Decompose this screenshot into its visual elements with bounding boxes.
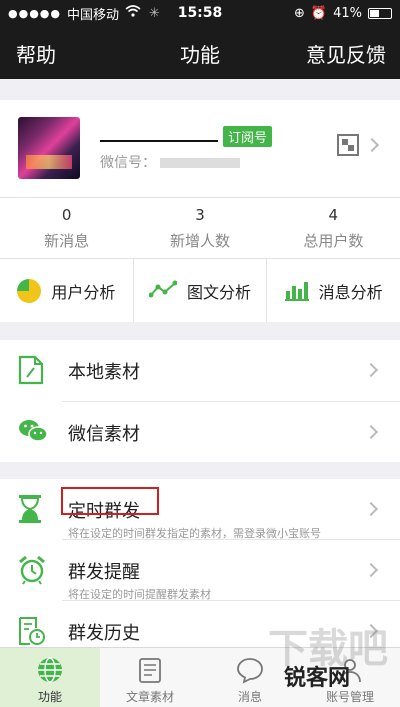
user-analysis-button[interactable]: 用户分析 — [0, 259, 134, 322]
account-card[interactable]: 订阅号 微信号： — [0, 100, 400, 198]
alarm-clock-icon — [18, 555, 46, 585]
tab-article-materials[interactable]: 文章素材 — [100, 648, 200, 707]
qr-code-icon[interactable] — [337, 134, 359, 156]
activity-spinner-icon: ✳ — [149, 5, 160, 21]
analysis-label: 消息分析 — [318, 282, 383, 302]
status-bar: ●●●●● 中国移动 ✳ 15:58 ⊕ ⏰ 41% — [0, 0, 400, 26]
list-item-broadcast-reminder[interactable]: 群发提醒 将在设定的时间提醒群发素材 — [0, 540, 400, 601]
chevron-right-icon — [364, 137, 380, 153]
hourglass-icon — [18, 494, 46, 524]
wifi-icon — [125, 5, 141, 21]
tab-label: 消息 — [237, 690, 262, 704]
line-chart-icon — [148, 279, 178, 303]
stat-new-followers[interactable]: 3 新增人数 — [133, 198, 266, 258]
account-type-badge: 订阅号 — [223, 126, 273, 147]
article-analysis-button[interactable]: 图文分析 — [134, 259, 268, 322]
chat-bubble-icon — [236, 656, 264, 684]
bar-chart-icon — [284, 281, 309, 301]
tab-label: 功能 — [37, 690, 62, 704]
tab-account-management[interactable]: 账号管理 — [300, 648, 400, 707]
list-item-label: 群发提醒 — [68, 562, 140, 583]
list-item-label: 群发历史 — [68, 623, 140, 644]
wechat-icon — [18, 417, 48, 447]
list-item-local-materials[interactable]: 本地素材 — [0, 340, 400, 400]
document-icon — [18, 355, 46, 385]
history-icon — [18, 616, 46, 646]
wechat-id-label: 微信号： — [100, 155, 156, 171]
feedback-button[interactable]: 意见反馈 — [306, 39, 386, 68]
stat-label: 新消息 — [44, 232, 90, 250]
signal-strength: ●●●●● — [8, 6, 61, 20]
analysis-row: 用户分析 图文分析 消息分析 — [0, 259, 400, 322]
list-item-scheduled-broadcast[interactable]: 定时群发 将在设定的时间群发指定的素材，需登录微小宝账号 — [0, 479, 400, 540]
list-item-label: 微信素材 — [68, 424, 140, 445]
carrier-name: 中国移动 — [67, 7, 120, 23]
tab-messages[interactable]: 消息 — [200, 648, 300, 707]
stat-label: 新增人数 — [169, 232, 230, 250]
battery-percent: 41% — [333, 5, 362, 21]
stat-new-messages[interactable]: 0 新消息 — [0, 198, 133, 258]
features-list: 定时群发 将在设定的时间群发指定的素材，需登录微小宝账号 群发提醒 将在设定的时… — [0, 479, 400, 662]
stat-value: 0 — [61, 206, 72, 224]
stat-value: 3 — [195, 206, 205, 224]
rotation-lock-icon: ⊕ — [294, 5, 305, 21]
analysis-label: 图文分析 — [187, 282, 252, 302]
stats-row: 0 新消息 3 新增人数 4 总用户数 — [0, 198, 400, 259]
wechat-id: 微信号： — [100, 152, 240, 172]
materials-list: 本地素材 微信素材 — [0, 340, 400, 462]
stat-value: 4 — [328, 206, 339, 224]
avatar — [18, 117, 80, 179]
nav-bar: 帮助 功能 意见反馈 — [0, 26, 400, 79]
account-name-redacted — [100, 124, 218, 142]
tab-label: 文章素材 — [125, 690, 174, 704]
tab-label: 账号管理 — [325, 690, 374, 704]
article-icon — [136, 656, 164, 684]
alarm-icon: ⏰ — [310, 5, 328, 21]
stat-label: 总用户数 — [303, 232, 364, 250]
list-item-wechat-materials[interactable]: 微信素材 — [0, 402, 400, 462]
globe-icon — [36, 656, 64, 684]
wechat-id-redacted — [160, 158, 240, 168]
chevron-right-icon — [363, 623, 379, 639]
analysis-label: 用户分析 — [51, 282, 116, 302]
highlight-box — [61, 487, 159, 515]
list-item-label: 本地素材 — [68, 362, 140, 383]
account-icon — [336, 656, 364, 684]
tab-features[interactable]: 功能 — [0, 648, 100, 707]
chevron-right-icon — [363, 362, 379, 378]
stat-total-users[interactable]: 4 总用户数 — [267, 198, 400, 258]
message-analysis-button[interactable]: 消息分析 — [267, 259, 400, 322]
pie-chart-icon — [17, 278, 42, 303]
tab-bar: 功能 文章素材 消息 账号管理 — [0, 647, 400, 707]
chevron-right-icon — [363, 424, 379, 440]
chevron-right-icon — [363, 562, 379, 578]
battery-icon — [368, 7, 392, 19]
chevron-right-icon — [363, 501, 379, 517]
